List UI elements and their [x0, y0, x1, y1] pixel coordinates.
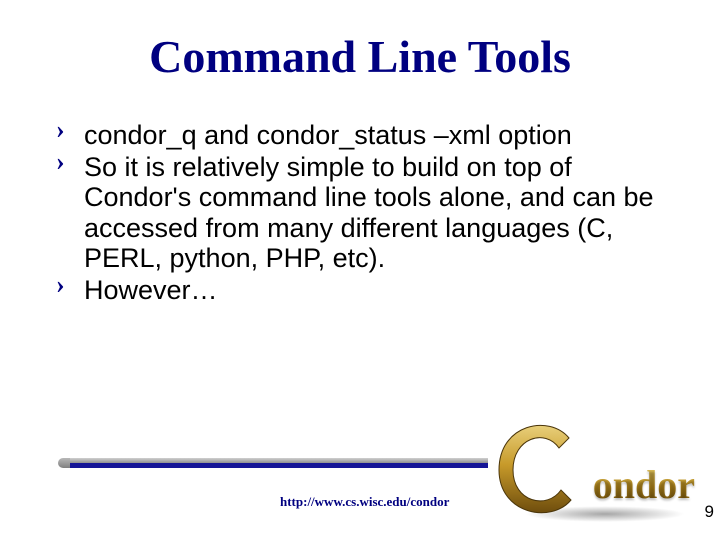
- list-item: › So it is relatively simple to build on…: [56, 152, 656, 273]
- bullet-list: › condor_q and condor_status –xml option…: [56, 120, 656, 307]
- list-item: › However…: [56, 275, 656, 305]
- slide: Command Line Tools › condor_q and condor…: [0, 0, 720, 540]
- bullet-text: So it is relatively simple to build on t…: [84, 152, 656, 273]
- divider-bar: [58, 458, 488, 468]
- page-number: 9: [705, 502, 714, 522]
- bullet-text: However…: [84, 275, 656, 305]
- bullet-text: condor_q and condor_status –xml option: [84, 120, 656, 150]
- bullet-marker-icon: ›: [56, 148, 84, 175]
- condor-logo: ondor: [495, 422, 695, 522]
- slide-title: Command Line Tools: [0, 30, 720, 83]
- bullet-marker-icon: ›: [56, 271, 84, 298]
- footer-url: http://www.cs.wisc.edu/condor: [280, 494, 449, 510]
- list-item: › condor_q and condor_status –xml option: [56, 120, 656, 150]
- logo-text: ondor: [593, 461, 695, 508]
- logo-c-icon: [491, 418, 583, 518]
- bullet-marker-icon: ›: [56, 116, 84, 143]
